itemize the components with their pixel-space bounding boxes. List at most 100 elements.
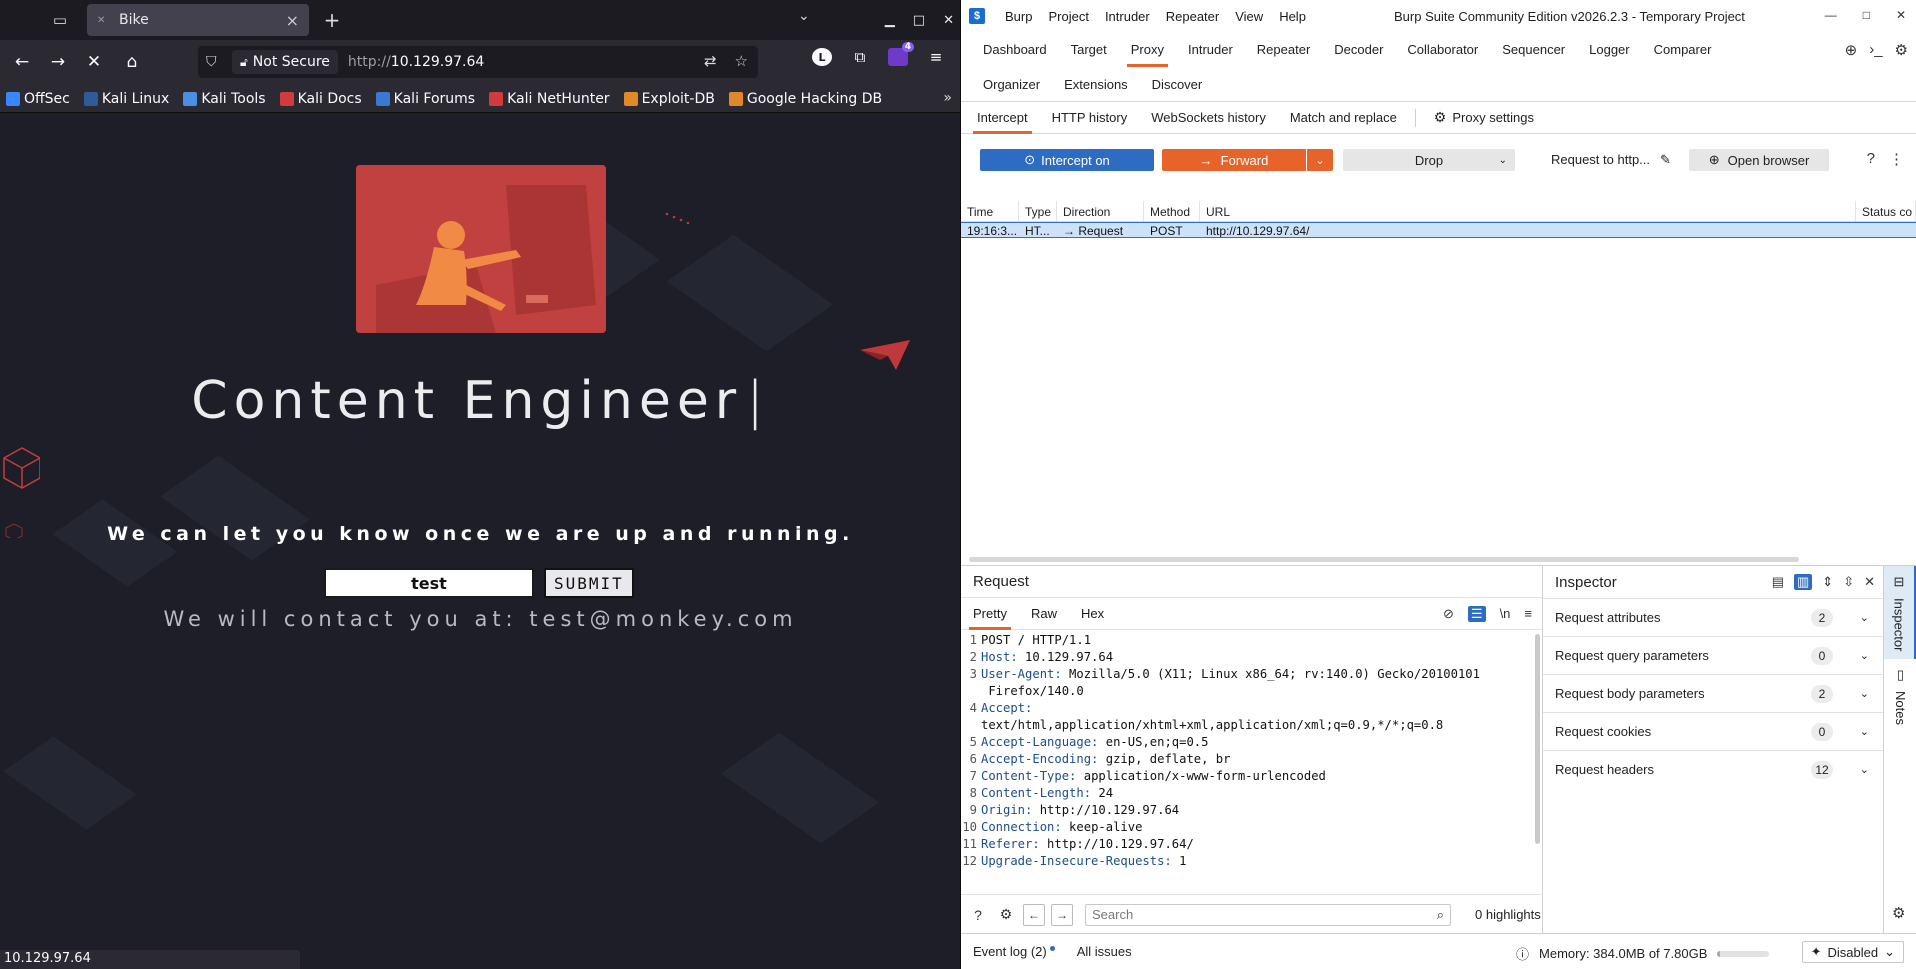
proxy-tab-http-history[interactable]: HTTP history xyxy=(1040,102,1140,134)
drop-button[interactable]: Drop ⌄ xyxy=(1343,149,1515,171)
drop-options-chevron-down-icon[interactable]: ⌄ xyxy=(1499,155,1507,166)
bookmark-item[interactable]: Kali Linux xyxy=(83,91,169,107)
stop-loading-icon[interactable]: ✕ xyxy=(80,48,108,76)
minimize-icon[interactable]: ▁ xyxy=(885,13,895,28)
help-icon[interactable]: ? xyxy=(967,904,989,926)
tab-dashboard[interactable]: Dashboard xyxy=(971,32,1059,67)
new-tab-icon[interactable]: + xyxy=(318,6,346,34)
event-log-link[interactable]: Event log (2) xyxy=(973,944,1055,959)
bookmarks-overflow-chevron-icon[interactable]: » xyxy=(943,90,952,106)
layout-left-icon[interactable]: ▤ xyxy=(1772,574,1784,590)
chevron-down-icon[interactable]: ⌄ xyxy=(1860,725,1869,738)
bookmark-item[interactable]: Kali Docs xyxy=(279,91,362,107)
url-bar[interactable]: ⛉ 🔓︎ Not Secure http://10.129.97.64 ⇄ ☆ xyxy=(198,46,758,78)
request-editor[interactable]: 1 POST / HTTP/1.1 2 Host: 10.129.97.64 3 User… xyxy=(961,632,1536,872)
intercept-toggle-button[interactable]: ⊙ Intercept on xyxy=(980,149,1154,171)
tab-extensions[interactable]: Extensions xyxy=(1052,67,1140,102)
column-header[interactable]: Direction xyxy=(1057,201,1144,221)
column-header[interactable]: Time xyxy=(961,201,1019,221)
browser-tab[interactable]: ✕ Bike × xyxy=(87,4,309,36)
column-header[interactable]: URL xyxy=(1200,201,1856,221)
inspector-section[interactable]: Request body parameters 2 ⌄ xyxy=(1543,674,1883,712)
menu-repeater[interactable]: Repeater xyxy=(1166,9,1219,24)
request-tab-pretty[interactable]: Pretty xyxy=(961,598,1019,630)
maximize-icon[interactable]: □ xyxy=(913,13,925,28)
globe-icon[interactable]: ⊕ xyxy=(1845,41,1858,59)
request-tab-hex[interactable]: Hex xyxy=(1069,598,1116,630)
tab-proxy[interactable]: Proxy xyxy=(1119,32,1176,67)
next-match-arrow-icon[interactable]: → xyxy=(1051,903,1073,926)
account-avatar[interactable]: L xyxy=(812,48,832,66)
tab-comparer[interactable]: Comparer xyxy=(1642,32,1724,67)
vertical-scrollbar[interactable] xyxy=(1535,634,1540,844)
bookmark-item[interactable]: Kali NetHunter xyxy=(489,91,610,107)
close-window-icon[interactable]: ✕ xyxy=(1896,8,1906,22)
menu-project[interactable]: Project xyxy=(1048,9,1088,24)
more-options-icon[interactable]: ⋮ xyxy=(1889,150,1904,168)
tab-organizer[interactable]: Organizer xyxy=(971,67,1052,102)
column-header[interactable]: Status co xyxy=(1856,201,1916,221)
url-text[interactable]: http://10.129.97.64 xyxy=(348,54,484,70)
forward-button[interactable]: → Forward xyxy=(1162,149,1306,171)
settings-gear-icon[interactable]: ⚙ xyxy=(1892,904,1905,922)
translate-icon[interactable]: ⇄ xyxy=(704,52,717,70)
tab-repeater[interactable]: Repeater xyxy=(1245,32,1322,67)
column-header[interactable]: Method xyxy=(1144,201,1200,221)
close-inspector-icon[interactable]: ✕ xyxy=(1864,574,1875,590)
tab-close-icon[interactable]: × xyxy=(286,11,299,30)
tab-discover[interactable]: Discover xyxy=(1140,67,1215,102)
submit-button[interactable]: SUBMIT xyxy=(544,568,634,598)
layout-right-icon[interactable]: ▥ xyxy=(1793,574,1813,590)
forward-arrow-icon[interactable]: → xyxy=(44,48,72,76)
chevron-down-icon[interactable]: ⌄ xyxy=(1860,611,1869,624)
help-icon[interactable]: ? xyxy=(1867,150,1875,168)
proxy-settings-button[interactable]: ⚙ Proxy settings xyxy=(1422,102,1546,134)
extension-icon[interactable]: 4 xyxy=(888,42,914,66)
collapse-all-icon[interactable]: ⇳ xyxy=(1843,574,1854,590)
menu-intruder[interactable]: Intruder xyxy=(1105,9,1150,24)
bookmark-item[interactable]: Kali Forums xyxy=(375,91,475,107)
inspector-section[interactable]: Request attributes 2 ⌄ xyxy=(1543,598,1883,636)
forward-options-chevron-down-icon[interactable]: ⌄ xyxy=(1307,149,1333,171)
tab-sequencer[interactable]: Sequencer xyxy=(1490,32,1577,67)
chevron-down-icon[interactable]: ⌄ xyxy=(1860,687,1869,700)
tab-overview-icon[interactable]: ▭ xyxy=(40,0,80,40)
bookmark-star-icon[interactable]: ☆ xyxy=(735,52,748,70)
proxy-tab-websockets-history[interactable]: WebSockets history xyxy=(1139,102,1278,134)
expand-all-icon[interactable]: ⇕ xyxy=(1822,574,1833,590)
column-header[interactable]: Type xyxy=(1019,201,1057,221)
tab-collaborator[interactable]: Collaborator xyxy=(1395,32,1490,67)
bookmark-item[interactable]: Exploit-DB xyxy=(623,91,715,107)
home-icon[interactable]: ⌂ xyxy=(118,48,146,76)
ai-disabled-toggle[interactable]: ✦ Disabled ⌄ xyxy=(1801,941,1904,963)
settings-gear-icon[interactable]: ⚙ xyxy=(995,904,1017,926)
menu-lines-icon[interactable]: ≡ xyxy=(1524,606,1532,622)
rail-tab-inspector[interactable]: ⊟ Inspector xyxy=(1884,566,1916,660)
minimize-icon[interactable]: — xyxy=(1825,8,1837,22)
tab-logger[interactable]: Logger xyxy=(1577,32,1641,67)
tab-target[interactable]: Target xyxy=(1059,32,1119,67)
horizontal-scrollbar[interactable] xyxy=(969,557,1799,562)
table-row[interactable]: 19:16:3... HT... → Request POST http://10.12… xyxy=(961,222,1916,238)
request-tab-raw[interactable]: Raw xyxy=(1019,598,1069,630)
maximize-icon[interactable]: □ xyxy=(1863,8,1870,22)
close-window-icon[interactable]: ✕ xyxy=(943,13,954,28)
bookmark-item[interactable]: Google Hacking DB xyxy=(728,91,882,107)
inspector-section[interactable]: Request headers 12 ⌄ xyxy=(1543,750,1883,788)
rail-tab-notes[interactable]: ▯ Notes xyxy=(1884,659,1916,733)
tab-decoder[interactable]: Decoder xyxy=(1322,32,1395,67)
app-menu-icon[interactable]: ≡ xyxy=(926,48,946,66)
search-input[interactable]: Search ⌕ xyxy=(1085,903,1451,926)
tab-intruder[interactable]: Intruder xyxy=(1176,32,1245,67)
email-input[interactable] xyxy=(324,568,534,598)
settings-gear-icon[interactable]: ⚙ xyxy=(1895,41,1908,59)
tracking-shield-icon[interactable]: ⛉ xyxy=(206,54,228,70)
open-browser-button[interactable]: ⊕ Open browser xyxy=(1689,149,1829,171)
wrap-lines-icon[interactable]: ☰ xyxy=(1467,606,1486,622)
edit-pencil-icon[interactable]: ✎ xyxy=(1660,152,1671,167)
bookmark-item[interactable]: Kali Tools xyxy=(183,91,266,107)
extensions-puzzle-icon[interactable]: ⧉ xyxy=(850,48,870,66)
bookmark-item[interactable]: OffSec xyxy=(6,91,70,107)
site-security-indicator[interactable]: 🔓︎ Not Secure xyxy=(232,50,338,74)
hide-eye-icon[interactable]: ⊘ xyxy=(1443,606,1454,622)
